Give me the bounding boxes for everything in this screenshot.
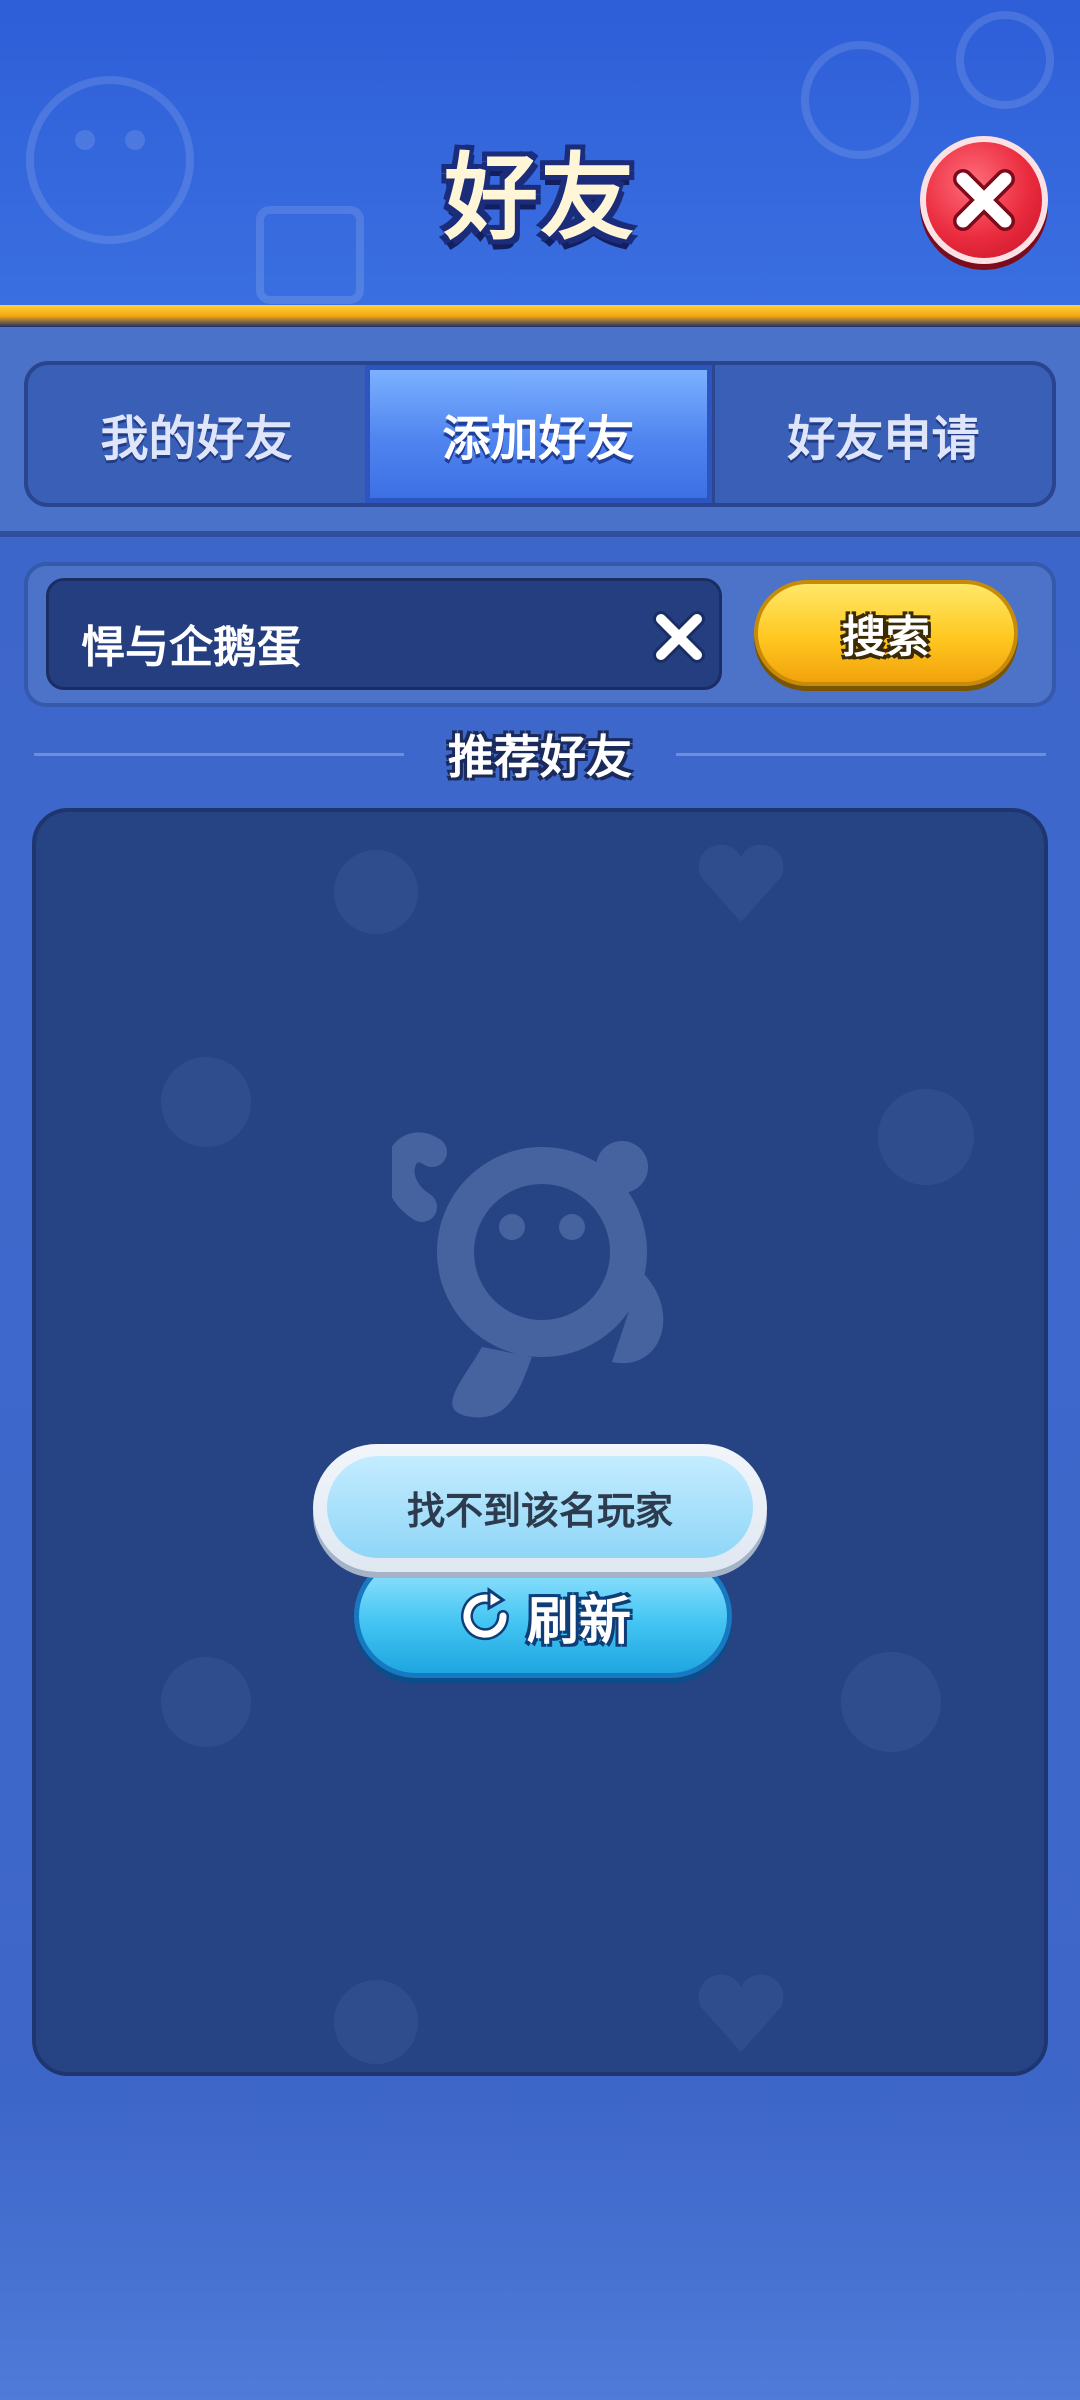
- clear-search-button[interactable]: [649, 607, 709, 667]
- doodle-decoration: [878, 1089, 974, 1185]
- doodle-decoration: [841, 1652, 941, 1752]
- toast-message: 找不到该名玩家: [313, 1444, 767, 1572]
- tabs-area: 我的好友 添加好友 好友申请: [0, 327, 1080, 537]
- search-bar: 悍与企鹅蛋 搜索: [24, 562, 1056, 707]
- search-input[interactable]: 悍与企鹅蛋: [46, 578, 722, 690]
- gear-icon: [161, 1057, 251, 1147]
- header-divider: [0, 305, 1080, 327]
- clear-icon: [653, 611, 705, 663]
- section-title: 推荐好友: [448, 730, 632, 784]
- search-input-value: 悍与企鹅蛋: [81, 622, 301, 673]
- doodle-decoration: [334, 1980, 418, 2064]
- doodle-decoration: [334, 850, 418, 934]
- header-bar: 好友: [0, 0, 1080, 305]
- tab-add-friends[interactable]: 添加好友: [365, 365, 712, 503]
- tab-bar: 我的好友 添加好友 好友申请: [24, 361, 1056, 507]
- doodle-decoration: [956, 11, 1054, 109]
- gear-icon: [161, 1657, 251, 1747]
- refresh-button-label: 刷新: [526, 1591, 631, 1652]
- toast-text: 找不到该名玩家: [327, 1456, 753, 1558]
- close-icon: [953, 169, 1015, 231]
- page-title: 好友: [443, 144, 636, 253]
- divider-line: [676, 752, 1046, 756]
- close-button[interactable]: [920, 136, 1048, 264]
- bottom-background: [0, 2100, 1080, 2400]
- tab-friend-requests[interactable]: 好友申请: [712, 365, 1052, 503]
- recommend-header: 推荐好友: [0, 724, 1080, 784]
- refresh-icon: [461, 1587, 509, 1641]
- refresh-button[interactable]: 刷新: [354, 1554, 732, 1678]
- heart-icon: [698, 1974, 784, 2052]
- tab-my-friends[interactable]: 我的好友: [28, 365, 365, 503]
- divider-line: [34, 752, 404, 756]
- search-button[interactable]: 搜索: [754, 580, 1018, 686]
- recommend-list-panel: 刷新: [32, 808, 1048, 2076]
- empty-mascot-icon: [392, 1132, 664, 1418]
- heart-icon: [698, 844, 784, 922]
